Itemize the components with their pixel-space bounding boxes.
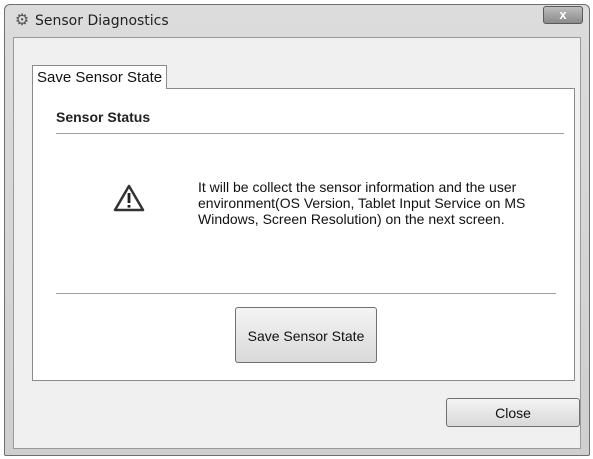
tab-save-sensor-state[interactable]: Save Sensor State xyxy=(32,65,168,89)
dialog-content: Save Sensor State Sensor Status It will … xyxy=(13,37,581,449)
separator xyxy=(56,133,564,135)
close-icon: x xyxy=(559,7,567,22)
warning-icon xyxy=(113,184,145,212)
group-title: Sensor Status xyxy=(56,109,151,125)
separator xyxy=(56,293,556,295)
window-close-button[interactable]: x xyxy=(543,6,583,24)
close-button[interactable]: Close xyxy=(446,398,580,427)
title-bar[interactable]: ⚙ Sensor Diagnostics x xyxy=(5,5,589,37)
gear-icon: ⚙ xyxy=(14,12,30,29)
save-sensor-state-button[interactable]: Save Sensor State xyxy=(235,307,377,363)
window-title: Sensor Diagnostics xyxy=(35,13,169,29)
dialog-window: ⚙ Sensor Diagnostics x Save Sensor State… xyxy=(4,4,590,456)
tab-panel: Sensor Status It will be collect the sen… xyxy=(32,88,575,381)
info-message: It will be collect the sensor informatio… xyxy=(198,179,526,227)
